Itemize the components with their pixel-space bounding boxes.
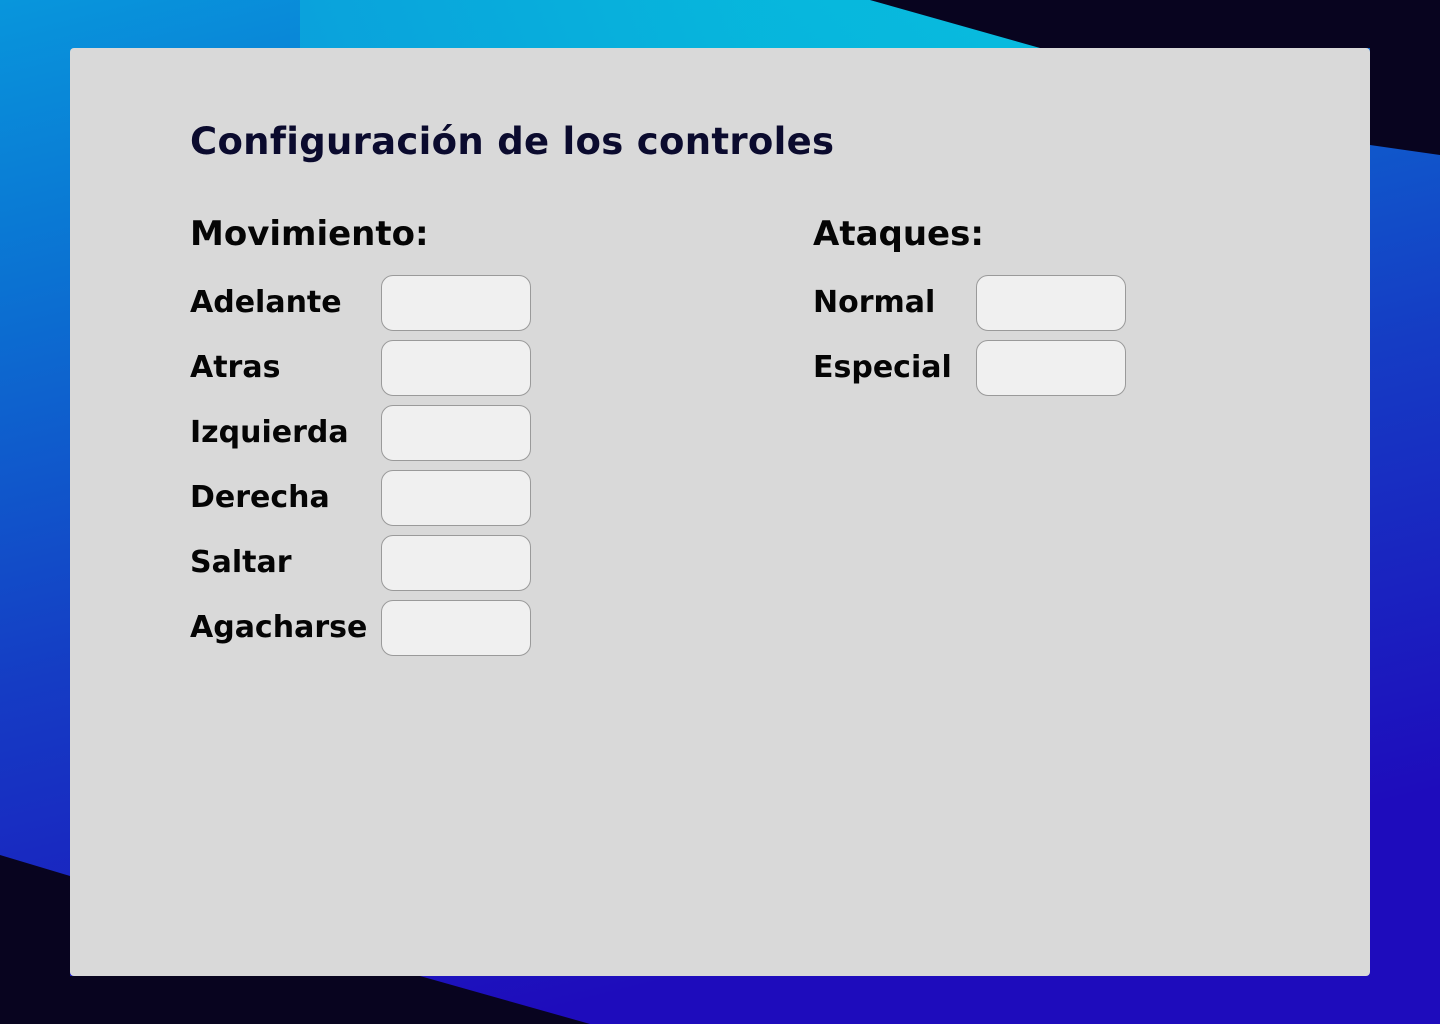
control-label-derecha: Derecha (190, 480, 330, 515)
control-label-adelante: Adelante (190, 285, 342, 320)
controls-settings-panel: Configuración de los controles Movimient… (70, 48, 1370, 976)
attacks-section-heading: Ataques: (813, 214, 984, 254)
key-input-normal[interactable] (976, 275, 1126, 331)
movement-section-heading: Movimiento: (190, 214, 429, 254)
key-input-agacharse[interactable] (381, 600, 531, 656)
control-label-atras: Atras (190, 350, 281, 385)
control-label-izquierda: Izquierda (190, 415, 349, 450)
key-input-izquierda[interactable] (381, 405, 531, 461)
key-input-atras[interactable] (381, 340, 531, 396)
page-title: Configuración de los controles (190, 120, 835, 163)
key-input-saltar[interactable] (381, 535, 531, 591)
control-label-especial: Especial (813, 350, 952, 385)
key-input-especial[interactable] (976, 340, 1126, 396)
key-input-derecha[interactable] (381, 470, 531, 526)
control-label-agacharse: Agacharse (190, 610, 368, 645)
control-label-saltar: Saltar (190, 545, 292, 580)
control-label-normal: Normal (813, 285, 936, 320)
key-input-adelante[interactable] (381, 275, 531, 331)
